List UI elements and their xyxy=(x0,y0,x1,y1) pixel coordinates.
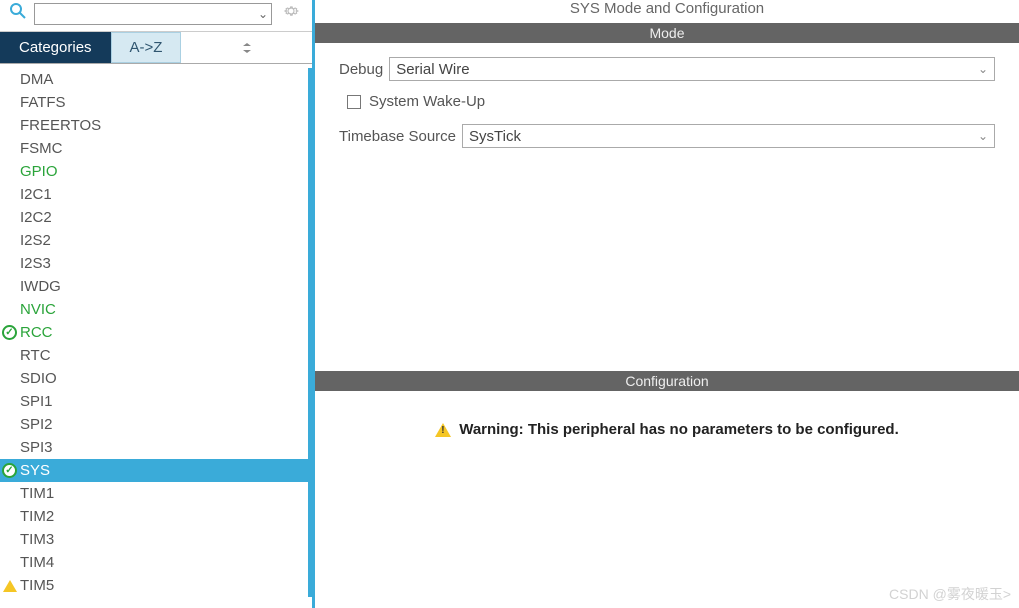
chevron-down-icon: ⌄ xyxy=(978,62,988,76)
sidebar-item-i2c2[interactable]: I2C2 xyxy=(0,206,308,229)
page-title: SYS Mode and Configuration xyxy=(315,0,1019,23)
sidebar-item-tim3[interactable]: TIM3 xyxy=(0,528,308,551)
check-icon: ✓ xyxy=(2,325,17,340)
sidebar-item-i2s3[interactable]: I2S3 xyxy=(0,252,308,275)
sort-handle-icon[interactable] xyxy=(181,32,312,63)
sidebar-item-label: I2C2 xyxy=(20,209,52,226)
sidebar-item-gpio[interactable]: GPIO xyxy=(0,160,308,183)
debug-row: Debug Serial Wire ⌄ xyxy=(339,57,995,81)
sidebar-item-spi1[interactable]: SPI1 xyxy=(0,390,308,413)
sidebar-item-label: I2S3 xyxy=(20,255,51,272)
sidebar-item-freertos[interactable]: FREERTOS xyxy=(0,114,308,137)
wake-label: System Wake-Up xyxy=(369,93,485,110)
sidebar-item-tim2[interactable]: TIM2 xyxy=(0,505,308,528)
sidebar-item-tim4[interactable]: TIM4 xyxy=(0,551,308,574)
sidebar-item-label: RTC xyxy=(20,347,51,364)
wake-checkbox[interactable] xyxy=(347,95,361,109)
sidebar-item-label: FREERTOS xyxy=(20,117,101,134)
tab-categories[interactable]: Categories xyxy=(0,32,111,63)
sidebar-item-label: TIM5 xyxy=(20,577,54,594)
sidebar-item-label: FATFS xyxy=(20,94,66,111)
sidebar-item-label: RCC xyxy=(20,324,53,341)
mode-section-header: Mode xyxy=(315,23,1019,43)
sidebar-item-label: SPI1 xyxy=(20,393,53,410)
sidebar-item-label: SYS xyxy=(20,462,50,479)
right-pane: SYS Mode and Configuration Mode Debug Se… xyxy=(315,0,1019,608)
sidebar-item-label: FSMC xyxy=(20,140,63,157)
sidebar-item-label: TIM2 xyxy=(20,508,54,525)
wake-row[interactable]: System Wake-Up xyxy=(347,93,995,110)
left-pane: ⌄ Categories A->Z DMA FATFS FREERTOS FSMC GP… xyxy=(0,0,315,608)
sidebar-item-tim1[interactable]: TIM1 xyxy=(0,482,308,505)
mode-body: Debug Serial Wire ⌄ System Wake-Up Timeb… xyxy=(315,43,1019,174)
gear-icon[interactable] xyxy=(276,2,306,25)
sidebar-item-label: I2S2 xyxy=(20,232,51,249)
search-icon[interactable] xyxy=(6,3,30,24)
debug-select[interactable]: Serial Wire ⌄ xyxy=(389,57,995,81)
timebase-row: Timebase Source SysTick ⌄ xyxy=(339,124,995,148)
sidebar-item-label: TIM4 xyxy=(20,554,54,571)
warning-icon xyxy=(435,423,451,437)
sidebar-item-label: DMA xyxy=(20,71,53,88)
sidebar-item-iwdg[interactable]: IWDG xyxy=(0,275,308,298)
sidebar-item-sdio[interactable]: SDIO xyxy=(0,367,308,390)
sidebar-item-i2c1[interactable]: I2C1 xyxy=(0,183,308,206)
sidebar-item-i2s2[interactable]: I2S2 xyxy=(0,229,308,252)
sidebar-item-spi2[interactable]: SPI2 xyxy=(0,413,308,436)
sidebar-item-label: I2C1 xyxy=(20,186,52,203)
configuration-section-header: Configuration xyxy=(315,371,1019,391)
sidebar-item-label: TIM1 xyxy=(20,485,54,502)
timebase-select[interactable]: SysTick ⌄ xyxy=(462,124,995,148)
sidebar-item-rtc[interactable]: RTC xyxy=(0,344,308,367)
tab-alpha[interactable]: A->Z xyxy=(111,32,182,63)
peripheral-list[interactable]: DMA FATFS FREERTOS FSMC GPIO I2C1 I2C2 I2S2 I2S3… xyxy=(0,64,312,608)
sidebar-item-label: SPI2 xyxy=(20,416,53,433)
warning-icon xyxy=(3,580,17,592)
debug-label: Debug xyxy=(339,61,383,78)
sidebar-item-label: IWDG xyxy=(20,278,61,295)
sidebar-item-fsmc[interactable]: FSMC xyxy=(0,137,308,160)
sidebar-item-fatfs[interactable]: FATFS xyxy=(0,91,308,114)
sidebar-item-dma[interactable]: DMA xyxy=(0,68,308,91)
sidebar-item-label: TIM3 xyxy=(20,531,54,548)
sidebar-item-sys[interactable]: ✓SYS xyxy=(0,459,308,482)
sidebar-item-nvic[interactable]: NVIC xyxy=(0,298,308,321)
sidebar-item-label: GPIO xyxy=(20,163,58,180)
timebase-select-value: SysTick xyxy=(469,128,521,145)
sidebar-item-tim5[interactable]: TIM5 xyxy=(0,574,308,597)
sidebar-item-spi3[interactable]: SPI3 xyxy=(0,436,308,459)
config-body: Warning: This peripheral has no paramete… xyxy=(315,391,1019,468)
search-input[interactable] xyxy=(34,3,272,25)
sidebar-item-label: SDIO xyxy=(20,370,57,387)
sidebar-item-label: NVIC xyxy=(20,301,56,318)
chevron-down-icon: ⌄ xyxy=(978,129,988,143)
config-warning-text: Warning: This peripheral has no paramete… xyxy=(459,421,899,438)
check-icon: ✓ xyxy=(2,463,17,478)
search-row: ⌄ xyxy=(0,0,312,32)
debug-select-value: Serial Wire xyxy=(396,61,469,78)
sidebar-item-label: SPI3 xyxy=(20,439,53,456)
timebase-label: Timebase Source xyxy=(339,128,456,145)
tabs-row: Categories A->Z xyxy=(0,32,312,64)
config-warning: Warning: This peripheral has no paramete… xyxy=(339,421,995,438)
sidebar-item-rcc[interactable]: ✓RCC xyxy=(0,321,308,344)
